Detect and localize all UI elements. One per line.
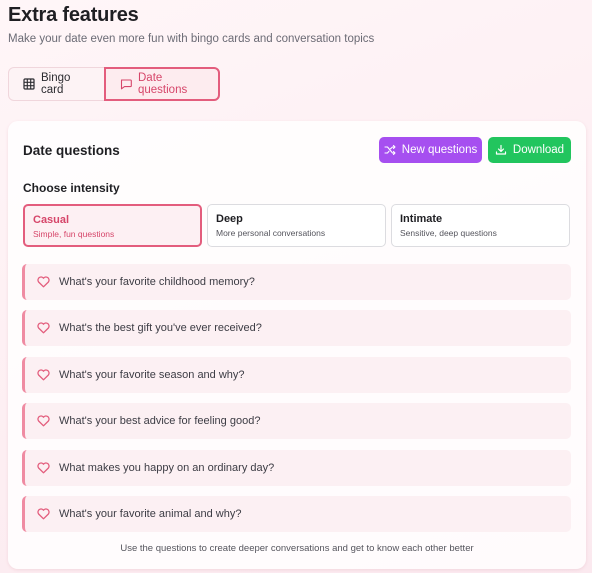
shuffle-icon	[384, 144, 396, 156]
panel-title: Date questions	[23, 143, 120, 158]
intensity-name: Casual	[33, 214, 70, 226]
intensity-option-deep[interactable]: Deep More personal conversations	[207, 204, 386, 247]
question-text: What makes you happy on an ordinary day?	[59, 462, 275, 474]
intensity-name: Intimate	[400, 213, 443, 225]
date-questions-panel: Date questions New questions Download Ch…	[8, 121, 586, 569]
heart-icon	[37, 322, 50, 334]
new-questions-button[interactable]: New questions	[379, 137, 482, 163]
tab-label: Bingo card	[41, 72, 71, 96]
question-item: What's your best advice for feeling good…	[22, 403, 571, 439]
page-title: Extra features	[8, 4, 139, 26]
question-text: What's your favorite childhood memory?	[59, 276, 255, 288]
tab-label: Date questions	[138, 72, 188, 96]
tab-bingo-card[interactable]: Bingo card	[8, 67, 105, 101]
intensity-name: Deep	[216, 213, 243, 225]
question-item: What's your favorite animal and why?	[22, 496, 571, 532]
question-item: What makes you happy on an ordinary day?	[22, 450, 571, 486]
download-icon	[495, 144, 507, 155]
page-subtitle: Make your date even more fun with bingo …	[8, 33, 375, 45]
intensity-option-intimate[interactable]: Intimate Sensitive, deep questions	[391, 204, 570, 247]
grid-icon	[23, 78, 35, 90]
heart-icon	[37, 462, 50, 474]
question-item: What's your favorite childhood memory?	[22, 264, 571, 300]
feature-tabs: Bingo card Date questions	[8, 67, 220, 101]
question-text: What's the best gift you've ever receive…	[59, 322, 262, 334]
intensity-desc: Simple, fun questions	[33, 229, 115, 239]
question-item: What's the best gift you've ever receive…	[22, 310, 571, 346]
intensity-heading: Choose intensity	[23, 181, 120, 195]
intensity-option-casual[interactable]: Casual Simple, fun questions	[23, 204, 202, 247]
heart-icon	[37, 508, 50, 520]
heart-icon	[37, 415, 50, 427]
button-label: New questions	[401, 144, 478, 156]
button-label: Download	[512, 144, 565, 156]
intensity-desc: Sensitive, deep questions	[400, 228, 497, 238]
panel-footer-note: Use the questions to create deeper conve…	[120, 543, 474, 554]
question-text: What's your favorite animal and why?	[59, 508, 242, 520]
question-item: What's your favorite season and why?	[22, 357, 571, 393]
heart-icon	[37, 276, 50, 288]
chat-icon	[120, 79, 132, 90]
intensity-desc: More personal conversations	[216, 228, 326, 238]
download-button[interactable]: Download	[488, 137, 571, 163]
heart-icon	[37, 369, 50, 381]
extra-features-page: Extra features Make your date even more …	[0, 0, 592, 573]
question-text: What's your best advice for feeling good…	[59, 415, 261, 427]
question-text: What's your favorite season and why?	[59, 369, 245, 381]
tab-date-questions[interactable]: Date questions	[104, 67, 220, 101]
